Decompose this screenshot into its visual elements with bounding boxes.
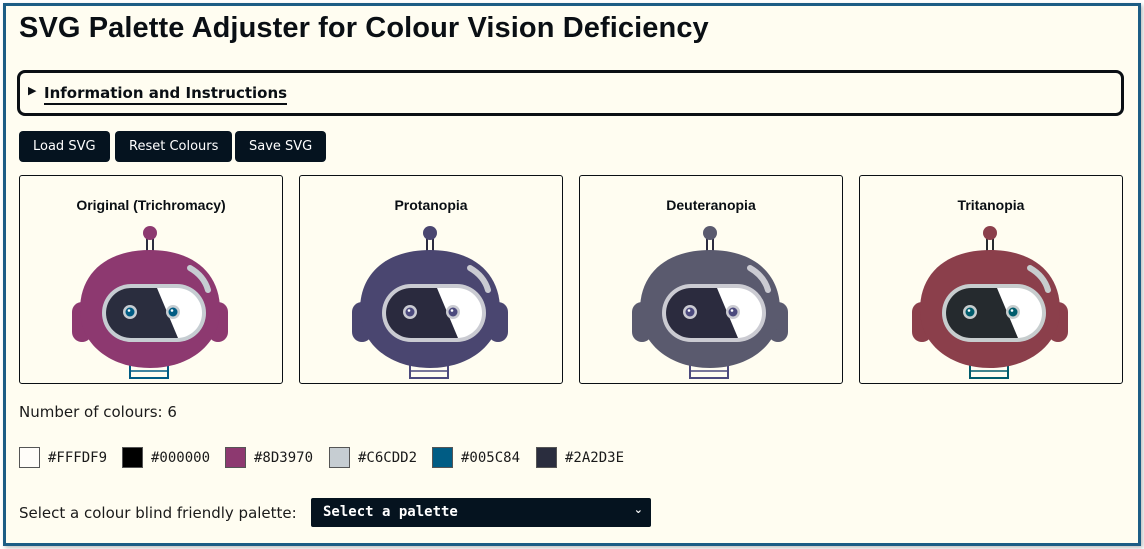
swatch-colour-box[interactable]	[536, 447, 557, 468]
preview-panel: Tritanopia	[859, 175, 1123, 384]
robot-illustration	[72, 226, 228, 379]
preview-title: Tritanopia	[957, 197, 1025, 213]
robot-illustration	[352, 226, 508, 379]
preview-panel: Protanopia	[299, 175, 563, 384]
swatch-hex-label: #FFFDF9	[48, 450, 108, 466]
colour-count: Number of colours: 6	[19, 403, 177, 421]
swatch-colour-box[interactable]	[432, 447, 453, 468]
page-title: SVG Palette Adjuster for Colour Vision D…	[19, 12, 709, 44]
swatch-colour-box[interactable]	[225, 447, 246, 468]
info-details[interactable]: ▶ Information and Instructions	[17, 70, 1124, 116]
swatch-colour-box[interactable]	[329, 447, 350, 468]
swatch-hex-label: #005C84	[461, 450, 521, 466]
save-svg-button[interactable]: Save SVG	[235, 131, 327, 162]
preview-title: Deuteranopia	[666, 197, 756, 213]
swatch-colour-box[interactable]	[122, 447, 143, 468]
preview-title: Protanopia	[394, 197, 468, 213]
preview-panel: Original (Trichromacy)	[19, 175, 283, 384]
swatch-hex-label: #000000	[151, 450, 211, 466]
info-summary[interactable]: Information and Instructions	[44, 84, 288, 105]
load-svg-button[interactable]: Load SVG	[19, 131, 110, 162]
robot-illustration	[912, 226, 1068, 379]
triangle-right-icon: ▶	[28, 85, 37, 97]
swatch-hex-label: #2A2D3E	[565, 450, 625, 466]
robot-illustration	[632, 226, 788, 379]
swatch-hex-label: #C6CDD2	[358, 450, 418, 466]
chevron-down-icon: ⌄	[633, 503, 643, 516]
palette-select-value: Select a palette	[323, 504, 458, 520]
palette-select[interactable]: Select a palette ⌄	[311, 498, 651, 527]
app-window: SVG Palette Adjuster for Colour Vision D…	[3, 3, 1141, 546]
reset-colours-button[interactable]: Reset Colours	[115, 131, 233, 162]
swatch-hex-label: #8D3970	[254, 450, 314, 466]
preview-title: Original (Trichromacy)	[76, 197, 226, 213]
swatch-colour-box[interactable]	[19, 447, 40, 468]
preview-panel: Deuteranopia	[579, 175, 843, 384]
palette-select-label: Select a colour blind friendly palette:	[19, 504, 297, 522]
